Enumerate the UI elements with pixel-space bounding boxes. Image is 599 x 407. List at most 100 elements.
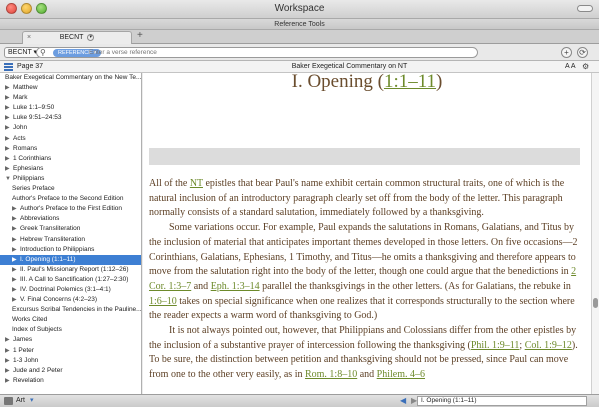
disclosure-closed-icon[interactable]: ▶: [12, 275, 17, 285]
disclosure-closed-icon[interactable]: ▶: [12, 265, 17, 275]
toc-item[interactable]: ▶ Acts: [0, 134, 141, 144]
reference-search-box[interactable]: ⚲ REFERENCE ▾: [36, 47, 478, 58]
toc-item-label: James: [13, 336, 33, 344]
toc-item[interactable]: ▶ James: [0, 335, 141, 345]
toc-item[interactable]: Baker Exegetical Commentary on the New T…: [0, 73, 141, 83]
disclosure-closed-icon[interactable]: ▶: [5, 376, 10, 386]
tab-close-icon[interactable]: ×: [27, 32, 31, 44]
disclosure-closed-icon[interactable]: ▶: [12, 204, 17, 214]
panel-header: Page 37 Baker Exegetical Commentary on N…: [0, 61, 599, 73]
toc-item[interactable]: Series Preface: [0, 184, 141, 194]
toc-item-label: Index of Subjects: [12, 326, 62, 334]
disclosure-closed-icon[interactable]: ▶: [5, 83, 10, 93]
verse-link-rom[interactable]: Rom. 1:8–10: [305, 369, 357, 380]
disclosure-closed-icon[interactable]: ▶: [5, 123, 10, 133]
toc-item-label: Series Preface: [12, 185, 55, 193]
toc-item-label: 1 Corinthians: [13, 154, 52, 162]
disclosure-closed-icon[interactable]: ▶: [12, 255, 17, 265]
disclosure-closed-icon[interactable]: ▶: [5, 366, 10, 376]
chapter-title: I. Opening (1:1–11): [291, 73, 443, 92]
toc-item[interactable]: Author's Preface to the Second Edition: [0, 194, 141, 204]
location-field[interactable]: I. Opening (1:1–11): [417, 396, 587, 406]
toc-item[interactable]: ▶ V. Final Concerns (4:2–23): [0, 295, 141, 305]
toc-item-label: Luke 1:1–9:50: [13, 104, 55, 112]
disclosure-closed-icon[interactable]: ▶: [12, 224, 17, 234]
toc-item-label: 1-3 John: [13, 356, 39, 364]
toc-item[interactable]: ▶ Greek Transliteration: [0, 224, 141, 234]
toc-item[interactable]: ▶ I. Opening (1:1–11): [0, 254, 141, 265]
back-button[interactable]: ◀: [400, 396, 406, 406]
toc-item-label: Author's Preface to the Second Edition: [12, 195, 124, 203]
toc-item-label: III. A Call to Sanctification (1:27–2:30…: [20, 275, 129, 283]
toc-item[interactable]: ▶ IV. Doctrinal Polemics (3:1–4:1): [0, 285, 141, 295]
toc-item-label: Works Cited: [12, 316, 48, 324]
toc-item[interactable]: ▶ Introduction to Philippians: [0, 245, 141, 255]
verse-link-col[interactable]: Col. 1:9–12: [525, 340, 572, 351]
toc-item[interactable]: ▶ Jude and 2 Peter: [0, 366, 141, 376]
table-of-contents-icon[interactable]: [4, 63, 13, 71]
toc-item[interactable]: Index of Subjects: [0, 325, 141, 335]
verse-reference-input[interactable]: [89, 48, 469, 57]
disclosure-closed-icon[interactable]: ▶: [5, 144, 10, 154]
disclosure-closed-icon[interactable]: ▶: [5, 164, 10, 174]
disclosure-closed-icon[interactable]: ▶: [5, 103, 10, 113]
toc-item[interactable]: ▶ 1 Peter: [0, 346, 141, 356]
toc-item-label: V. Final Concerns (4:2–23): [20, 296, 98, 304]
toc-item[interactable]: ▶ Hebrew Transliteration: [0, 235, 141, 245]
nt-link[interactable]: NT: [190, 178, 203, 189]
tab-becnt[interactable]: × BECNT ▾: [22, 31, 132, 44]
toc-item[interactable]: ▶ Luke 1:1–9:50: [0, 103, 141, 113]
toc-item-label: Ephesians: [13, 164, 44, 172]
toc-item[interactable]: ▶ Luke 9:51–24:53: [0, 113, 141, 123]
toc-item-label: IV. Doctrinal Polemics (3:1–4:1): [20, 285, 111, 293]
toolbar-toggle-button[interactable]: [577, 5, 593, 12]
disclosure-closed-icon[interactable]: ▶: [5, 346, 10, 356]
toc-item[interactable]: ▶ 1 Corinthians: [0, 154, 141, 164]
font-size-button[interactable]: A A: [565, 61, 576, 72]
toc-item[interactable]: ▼ Philippians: [0, 174, 141, 184]
verse-link-gal[interactable]: 1:6–10: [149, 296, 177, 307]
disclosure-closed-icon[interactable]: ▶: [12, 245, 17, 255]
disclosure-open-icon[interactable]: ▼: [5, 174, 11, 184]
scroll-thumb[interactable]: [593, 298, 598, 308]
share-icon[interactable]: ⟳: [577, 47, 588, 58]
vertical-scrollbar[interactable]: [591, 73, 599, 394]
toc-item[interactable]: ▶ 1-3 John: [0, 356, 141, 366]
disclosure-closed-icon[interactable]: ▶: [5, 93, 10, 103]
chapter-reference-link[interactable]: 1:1–11: [384, 73, 436, 92]
art-label[interactable]: Art: [16, 396, 25, 406]
disclosure-closed-icon[interactable]: ▶: [12, 285, 17, 295]
tab-menu-icon[interactable]: ▾: [87, 33, 95, 41]
search-icon: ⚲: [40, 48, 46, 57]
toc-item[interactable]: ▶ Abbreviations: [0, 214, 141, 224]
toc-item[interactable]: ▶ Author's Preface to the First Edition: [0, 204, 141, 214]
gear-icon[interactable]: ⚙: [582, 61, 589, 72]
add-icon[interactable]: +: [561, 47, 572, 58]
paragraph-1: All of the NT epistles that bear Paul's …: [149, 178, 565, 219]
art-dropdown-icon[interactable]: ▾: [30, 396, 34, 406]
toc-item[interactable]: Excursus Scribal Tendencies in the Pauli…: [0, 305, 141, 315]
toc-item[interactable]: ▶ III. A Call to Sanctification (1:27–2:3…: [0, 275, 141, 285]
toc-item[interactable]: Works Cited: [0, 315, 141, 325]
toc-item[interactable]: ▶ Romans: [0, 144, 141, 154]
art-icon[interactable]: [4, 397, 13, 405]
toc-item[interactable]: ▶ Ephesians: [0, 164, 141, 174]
toc-item[interactable]: ▶ Matthew: [0, 83, 141, 93]
add-tab-button[interactable]: +: [137, 30, 143, 41]
disclosure-closed-icon[interactable]: ▶: [12, 295, 17, 305]
toc-item[interactable]: ▶ II. Paul's Missionary Report (1:12–26): [0, 265, 141, 275]
title-bar: Workspace: [0, 0, 599, 19]
verse-link-philem[interactable]: Philem. 4–6: [377, 369, 425, 380]
disclosure-closed-icon[interactable]: ▶: [12, 235, 17, 245]
verse-link-phil[interactable]: Phil. 1:9–11: [471, 340, 520, 351]
disclosure-closed-icon[interactable]: ▶: [5, 134, 10, 144]
verse-link-eph[interactable]: Eph. 1:3–14: [211, 281, 260, 292]
disclosure-closed-icon[interactable]: ▶: [5, 335, 10, 345]
disclosure-closed-icon[interactable]: ▶: [12, 214, 17, 224]
disclosure-closed-icon[interactable]: ▶: [5, 113, 10, 123]
disclosure-closed-icon[interactable]: ▶: [5, 154, 10, 164]
toc-item[interactable]: ▶ Mark: [0, 93, 141, 103]
toc-item[interactable]: ▶ Revelation: [0, 376, 141, 386]
toc-item[interactable]: ▶ John: [0, 123, 141, 133]
disclosure-closed-icon[interactable]: ▶: [5, 356, 10, 366]
